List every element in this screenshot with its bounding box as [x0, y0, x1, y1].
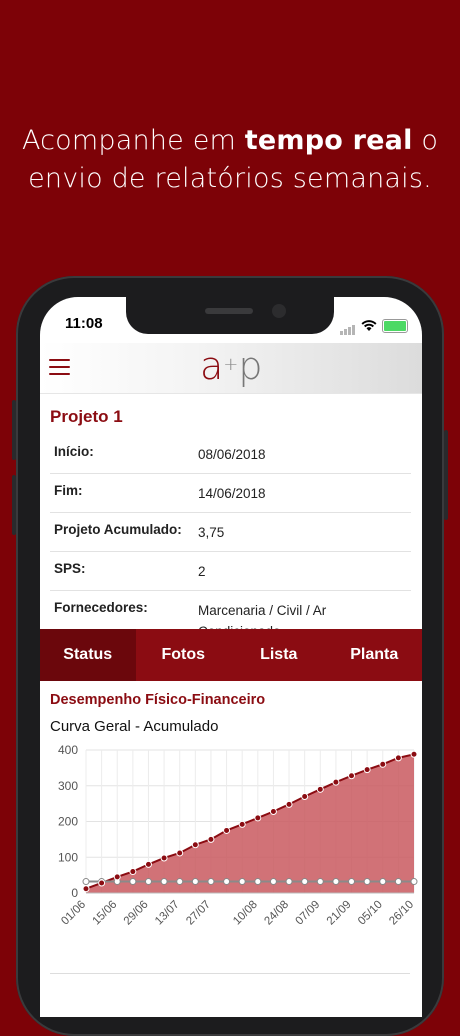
battery-icon [382, 319, 408, 333]
y-tick-label: 400 [58, 743, 78, 757]
info-row-accumulated: Projeto Acumulado: 3,75 [50, 513, 411, 552]
app-logo: a+p [200, 344, 263, 388]
y-tick-label: 300 [58, 779, 78, 793]
x-tick-label: 05/10 [356, 899, 385, 928]
y-tick-label: 0 [71, 886, 78, 900]
data-point [207, 835, 215, 843]
y-tick-label: 200 [58, 815, 78, 829]
data-point [254, 878, 262, 886]
data-point [144, 860, 152, 868]
data-point [160, 854, 168, 862]
data-point [113, 873, 121, 881]
data-point [82, 885, 90, 893]
phone-notch [126, 297, 334, 334]
x-tick-label: 15/06 [91, 899, 120, 928]
phone-speaker [205, 308, 253, 314]
divider [50, 973, 410, 974]
data-point [269, 807, 277, 815]
project-title: Projeto 1 [50, 407, 123, 426]
x-tick-label: 24/08 [262, 899, 291, 928]
headline-text-2: o [412, 125, 439, 156]
data-point [269, 878, 277, 886]
data-point [176, 878, 184, 886]
data-point [129, 878, 137, 886]
data-point [285, 800, 293, 808]
data-point [207, 878, 215, 886]
data-point [379, 878, 387, 886]
tab-lista[interactable]: Lista [231, 629, 327, 681]
x-tick-label: 26/10 [387, 899, 416, 928]
data-point [394, 754, 402, 762]
data-point [379, 760, 387, 768]
signal-icon [340, 317, 356, 335]
data-point [223, 826, 231, 834]
x-tick-label: 21/09 [325, 899, 354, 928]
menu-icon[interactable] [49, 359, 70, 376]
chart-title: Curva Geral - Acumulado [50, 718, 219, 735]
data-point [332, 878, 340, 886]
data-point [191, 878, 199, 886]
x-tick-label: 10/08 [231, 899, 260, 928]
promo-headline: Acompanhe em tempo real o envio de relat… [0, 122, 460, 198]
headline-line-2: envio de relatórios semanais. [28, 163, 432, 194]
project-info-table: Início: 08/06/2018 Fim: 14/06/2018 Projeto… [50, 435, 411, 650]
data-point [316, 785, 324, 793]
x-tick-label: 13/07 [153, 899, 182, 928]
data-point [301, 792, 309, 800]
status-icons [340, 317, 408, 335]
data-point [301, 878, 309, 886]
accumulated-chart: 0 100 200 300 400 01/06 15/06 29/06 13/07 27/07 10… [58, 743, 418, 928]
data-point [363, 878, 371, 886]
data-point [348, 878, 356, 886]
info-row-sps: SPS: 2 [50, 552, 411, 591]
data-point [410, 878, 418, 886]
tab-fotos[interactable]: Fotos [136, 629, 232, 681]
data-point [316, 878, 324, 886]
x-tick-label: 27/07 [184, 899, 213, 928]
data-point [238, 820, 246, 828]
info-row-start: Início: 08/06/2018 [50, 435, 411, 474]
tab-planta[interactable]: Planta [327, 629, 423, 681]
data-point [363, 766, 371, 774]
x-tick-label: 01/06 [59, 899, 88, 928]
data-point [348, 772, 356, 780]
phone-power-button [444, 430, 448, 520]
tab-bar: Status Fotos Lista Planta [40, 629, 422, 681]
data-point [285, 878, 293, 886]
section-title: Desempenho Físico-Financeiro [50, 692, 266, 708]
data-point [238, 878, 246, 886]
data-point [394, 878, 402, 886]
app-header: a+p [40, 343, 422, 394]
data-point [144, 878, 152, 886]
x-tick-label: 29/06 [122, 899, 151, 928]
headline-text-1: Acompanhe em [21, 125, 245, 156]
info-row-end: Fim: 14/06/2018 [50, 474, 411, 513]
data-point [191, 841, 199, 849]
data-point [223, 878, 231, 886]
data-point [98, 879, 106, 887]
data-point [176, 849, 184, 857]
y-tick-label: 100 [58, 850, 78, 864]
data-point [410, 750, 418, 758]
data-point [332, 778, 340, 786]
tab-status[interactable]: Status [40, 629, 136, 681]
phone-side-button [12, 475, 16, 535]
phone-camera [272, 304, 286, 318]
data-point [254, 814, 262, 822]
headline-bold: tempo real [244, 125, 413, 156]
phone-screen: 11:08 a+p Projeto 1 Início: 08/06/2018 Fi… [40, 297, 422, 1017]
data-point [129, 868, 137, 876]
phone-side-button [12, 400, 16, 460]
wifi-icon [361, 320, 377, 331]
x-tick-label: 07/09 [294, 899, 323, 928]
data-point [160, 878, 168, 886]
status-time: 11:08 [65, 315, 103, 332]
data-point [82, 878, 90, 886]
